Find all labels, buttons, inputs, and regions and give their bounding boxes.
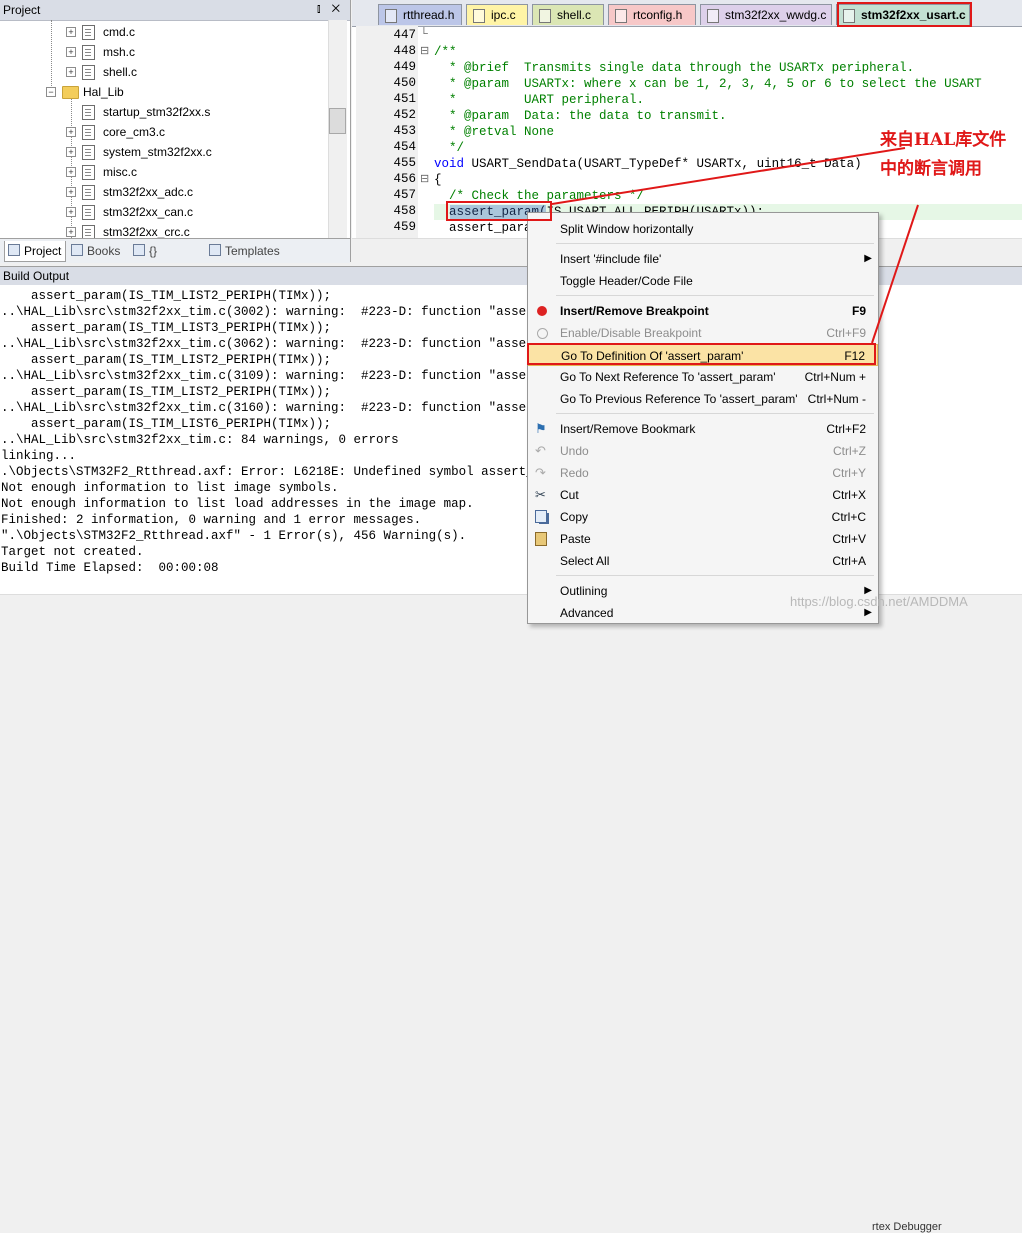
annotation-text: 来自HAL库文件中的断言调用 — [880, 130, 1007, 179]
status-debugger: rtex Debugger — [872, 1221, 942, 1233]
annotation-arrow-to-code — [551, 147, 906, 205]
annotation-arrow-to-menu — [871, 204, 919, 344]
watermark: https://blog.csdn.net/AMDDMA — [790, 594, 968, 609]
annotation-arrows — [551, 147, 919, 344]
